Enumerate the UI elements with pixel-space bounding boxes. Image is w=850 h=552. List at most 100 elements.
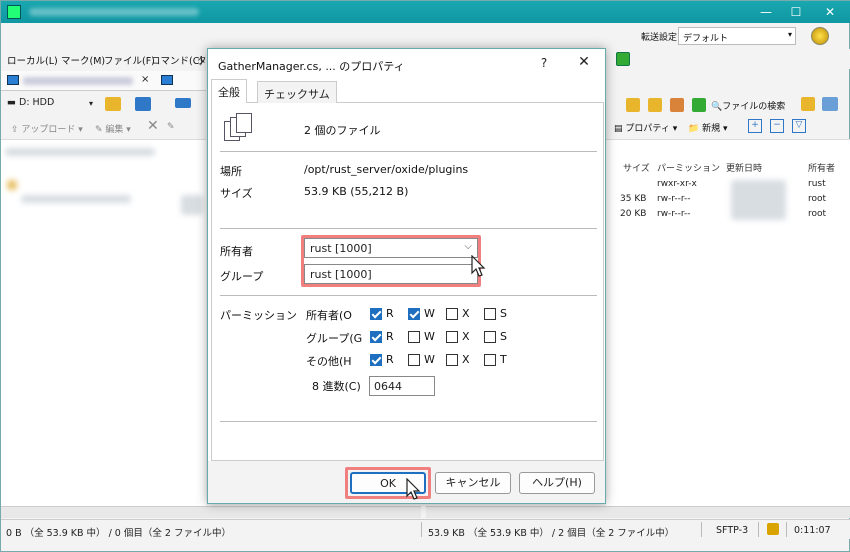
row-perm: rw-r--r-- <box>657 194 691 204</box>
column-modified[interactable]: 更新日時 <box>726 161 762 174</box>
minus-icon[interactable]: − <box>770 119 784 133</box>
find-file-label: ファイルの検索 <box>722 102 786 112</box>
cancel-button[interactable]: キャンセル <box>435 472 511 494</box>
folder-up-icon[interactable] <box>648 98 662 112</box>
folder-open-icon[interactable] <box>105 97 121 111</box>
perm-owner-x-checkbox[interactable] <box>446 308 458 320</box>
perm-owner-w-checkbox[interactable] <box>408 308 420 320</box>
perm-other-r-checkbox[interactable] <box>370 354 382 366</box>
transfer-setting-select[interactable]: デフォルト ▾ <box>678 27 796 45</box>
close-icon[interactable]: ✕ <box>574 54 594 70</box>
row-owner: root <box>808 209 827 219</box>
perm-group-r-checkbox[interactable] <box>370 331 382 343</box>
right-hscroll[interactable] <box>426 506 850 518</box>
local-file-pane[interactable] <box>1 139 206 506</box>
filter-icon[interactable] <box>135 97 151 111</box>
menu-local[interactable]: ローカル(L) <box>7 53 58 67</box>
redacted-row <box>181 195 203 215</box>
tab-title-redacted[interactable] <box>23 77 133 85</box>
window-title-redacted <box>29 8 199 16</box>
row-owner: rust <box>808 179 826 189</box>
folder-icon[interactable] <box>626 98 640 112</box>
right-toolbar: 🔍ファイルの検索 <box>606 93 850 115</box>
left-hscroll[interactable] <box>1 506 421 518</box>
permission-label: パーミッション <box>220 309 297 322</box>
chevron-down-icon: ▾ <box>787 30 792 39</box>
globe-icon[interactable] <box>811 27 829 45</box>
filter-icon[interactable]: ▽ <box>792 119 806 133</box>
location-label: 場所 <box>220 165 242 178</box>
highlight-owner-group <box>301 235 481 287</box>
perm-group-w-checkbox[interactable] <box>408 331 420 343</box>
new-button[interactable]: 📁 新規 ▾ <box>688 121 727 134</box>
menu-mark[interactable]: マーク(M) <box>61 53 105 67</box>
dialog-tabs: 全般 チェックサム <box>211 79 604 103</box>
checkbox-label: S <box>500 330 507 343</box>
properties-dialog: GatherManager.cs, ... のプロパティ ? ✕ 全般 チェック… <box>207 48 606 504</box>
close-tab-icon[interactable]: × <box>141 74 149 85</box>
dialog-body: 2 個のファイル 場所 /opt/rust_server/oxide/plugi… <box>211 103 604 461</box>
maximize-icon[interactable]: ☐ <box>781 3 811 21</box>
app-icon <box>7 5 21 19</box>
monitor-icon <box>7 75 19 85</box>
octal-input[interactable]: 0644 <box>369 376 435 396</box>
help-button[interactable]: ヘルプ(H) <box>519 472 595 494</box>
menu-more[interactable]: タ <box>197 53 207 67</box>
menu-file[interactable]: ファイル(F) <box>104 53 155 67</box>
edit-button[interactable]: ✎ 編集 ▾ <box>95 122 131 135</box>
refresh-icon[interactable] <box>616 52 630 66</box>
home-icon[interactable] <box>670 98 684 112</box>
perm-group-label: グループ(G <box>306 332 363 345</box>
right-toolbar-2: ▤ プロパティ ▾ 📁 新規 ▾ + − ▽ <box>606 117 850 137</box>
back-arrow-icon[interactable] <box>175 98 191 108</box>
transfer-setting-value: デフォルト <box>683 34 729 44</box>
perm-owner-r-checkbox[interactable] <box>370 308 382 320</box>
status-time: 0:11:07 <box>794 525 831 536</box>
plus-icon[interactable]: + <box>748 119 762 133</box>
dialog-title: GatherManager.cs, ... のプロパティ <box>218 60 405 73</box>
column-permission[interactable]: パーミッション <box>657 161 720 174</box>
folder-icon <box>7 180 17 190</box>
status-bar: 0 B （全 53.9 KB 中） / 0 個目（全 2 ファイル中） 53.9… <box>1 519 850 539</box>
close-icon[interactable]: ✕ <box>815 3 845 21</box>
minimize-icon[interactable]: — <box>751 3 781 21</box>
perm-other-x-checkbox[interactable] <box>446 354 458 366</box>
rename-icon[interactable]: ✎ <box>167 122 175 132</box>
perm-other-label: その他(H <box>306 355 352 368</box>
properties-label: プロパティ <box>625 124 670 134</box>
perm-group-s-checkbox[interactable] <box>484 331 496 343</box>
checkbox-label: W <box>424 307 435 320</box>
drive-label: D: HDD <box>19 97 55 108</box>
drive-select[interactable]: ▬ D: HDD <box>7 97 54 108</box>
checkbox-label: R <box>386 330 394 343</box>
upload-button[interactable]: ⇪ アップロード ▾ <box>11 122 83 135</box>
lock-icon <box>767 523 779 535</box>
column-size[interactable]: サイズ <box>623 161 650 174</box>
list-view-icon[interactable] <box>822 97 838 111</box>
help-icon[interactable]: ? <box>534 56 554 70</box>
column-owner[interactable]: 所有者 <box>808 161 835 174</box>
view-icon[interactable] <box>801 97 815 111</box>
perm-group-x-checkbox[interactable] <box>446 331 458 343</box>
row-size: 20 KB <box>620 209 647 219</box>
perm-owner-s-checkbox[interactable] <box>484 308 496 320</box>
checkbox-label: R <box>386 307 394 320</box>
perm-other-t-checkbox[interactable] <box>484 354 496 366</box>
checkbox-label: X <box>462 353 470 366</box>
properties-button[interactable]: ▤ プロパティ ▾ <box>614 121 677 134</box>
left-tab-strip: × <box>1 71 206 91</box>
redacted-row <box>21 195 131 203</box>
status-right: 53.9 KB （全 53.9 KB 中） / 2 個目（全 2 ファイル中） <box>428 528 675 539</box>
checkbox-label: T <box>500 353 507 366</box>
find-file-button[interactable]: 🔍ファイルの検索 <box>711 99 785 112</box>
delete-icon[interactable]: ✕ <box>147 118 159 134</box>
menu-command[interactable]: コマンド(C) <box>151 53 203 67</box>
row-perm: rw-r--r-- <box>657 209 691 219</box>
left-toolbar: ⇪ アップロード ▾ ✎ 編集 ▾ ✕ ✎ <box>1 117 206 137</box>
refresh-icon[interactable] <box>692 98 706 112</box>
tab-general[interactable]: 全般 <box>211 79 247 103</box>
perm-other-w-checkbox[interactable] <box>408 354 420 366</box>
checkbox-label: W <box>424 353 435 366</box>
tab-checksum[interactable]: チェックサム <box>257 81 337 103</box>
row-owner: root <box>808 194 827 204</box>
